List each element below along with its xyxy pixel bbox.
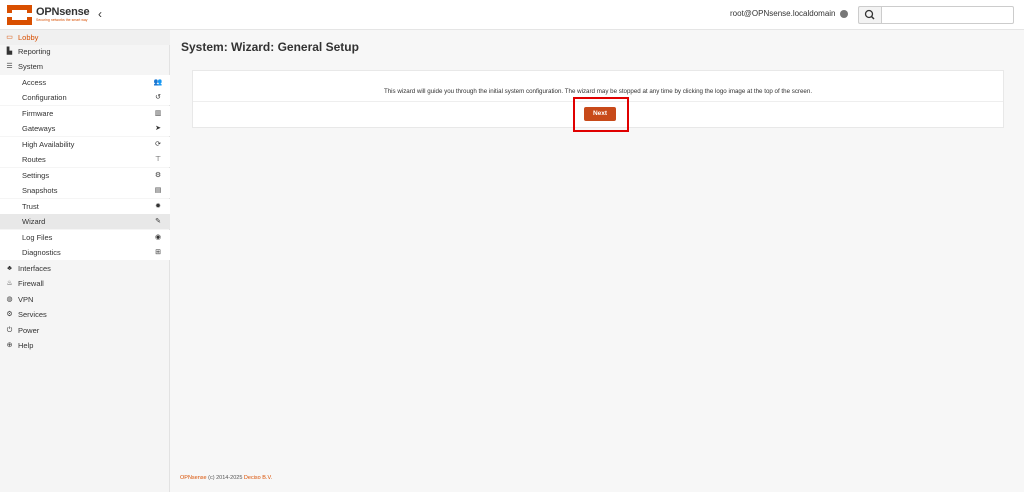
sidebar: ▭ Lobby ▙ Reporting ☰ System Access 👥 Co…	[0, 30, 170, 492]
building-icon: ▥	[154, 110, 162, 117]
logo-subtext: Securing networks the smart way	[36, 18, 88, 22]
sidebar-item-label: Settings	[22, 171, 50, 180]
server-icon: ☰	[6, 63, 13, 70]
sidebar-item-configuration[interactable]: Configuration ↺	[0, 90, 170, 105]
nav-firewall-label: Firewall	[18, 279, 44, 288]
sidebar-item-label: Diagnostics	[22, 248, 61, 257]
sidebar-item-label: Configuration	[22, 93, 67, 102]
opnsense-logo[interactable]: OPNsense Securing networks the smart way	[6, 4, 96, 26]
medkit-icon: ⊞	[155, 249, 161, 256]
main-content: System: Wizard: General Setup This wizar…	[170, 30, 1024, 492]
sidebar-item-label: Trust	[22, 202, 39, 211]
sidebar-item-label: Wizard	[22, 217, 46, 226]
nav-vpn[interactable]: ◍ VPN	[0, 292, 170, 307]
sidebar-item-gateways[interactable]: Gateways ➤	[0, 121, 170, 136]
wizard-panel: This wizard will guide you through the i…	[192, 70, 1004, 132]
nav-services-label: Services	[18, 310, 47, 319]
nav-interfaces-label: Interfaces	[18, 264, 51, 273]
sitemap-icon: ♣	[7, 265, 12, 272]
sidebar-item-diagnostics[interactable]: Diagnostics ⊞	[0, 245, 170, 260]
nav-vpn-label: VPN	[18, 295, 34, 304]
sidebar-item-firmware[interactable]: Firmware ▥	[0, 106, 170, 121]
footer-brand-link[interactable]: OPNsense	[180, 475, 207, 481]
sidebar-item-label: Routes	[22, 155, 46, 164]
nav-power-label: Power	[18, 326, 40, 335]
top-bar: OPNsense Securing networks the smart way…	[0, 0, 1024, 30]
sidebar-item-label: Access	[22, 78, 47, 87]
search-icon	[864, 9, 875, 20]
sidebar-item-label: Gateways	[22, 124, 56, 133]
nav-system[interactable]: ☰ System	[0, 59, 170, 74]
footer-copyright: (c) 2014-2025	[206, 475, 244, 481]
fire-icon: ♨	[6, 280, 13, 287]
laptop-icon: ▭	[6, 34, 13, 41]
page-title: System: Wizard: General Setup	[181, 40, 359, 54]
nav-services[interactable]: ⚙ Services	[0, 307, 170, 322]
wizard-intro-text: This wizard will guide you through the i…	[383, 88, 813, 95]
sidebar-item-high-availability[interactable]: High Availability ⟳	[0, 137, 170, 152]
history-icon: ↺	[155, 94, 161, 101]
footer-company-link[interactable]: Deciso B.V.	[244, 475, 272, 481]
magic-icon: ✎	[155, 218, 161, 225]
sidebar-item-access[interactable]: Access 👥	[0, 75, 170, 90]
nav-interfaces[interactable]: ♣ Interfaces	[0, 261, 170, 276]
search-button[interactable]	[858, 6, 882, 24]
eye-icon: ◉	[154, 234, 162, 241]
users-icon: 👥	[153, 79, 163, 86]
search-input[interactable]	[881, 6, 1014, 24]
location-arrow-icon: ➤	[155, 125, 161, 132]
logo-text: OPNsense	[36, 6, 90, 18]
opnsense-logo-mark-icon	[7, 5, 32, 25]
nav-help-label: Help	[18, 341, 34, 350]
nav-system-label: System	[18, 62, 44, 71]
sidebar-item-trust[interactable]: Trust ✹	[0, 199, 170, 214]
nav-help[interactable]: ⊕ Help	[0, 338, 170, 353]
nav-firewall[interactable]: ♨ Firewall	[0, 276, 170, 291]
user-menu[interactable]: root@OPNsense.localdomain	[730, 9, 836, 18]
sidebar-item-label: Snapshots	[22, 186, 58, 195]
certificate-icon: ✹	[155, 203, 161, 210]
sidebar-item-routes[interactable]: Routes ⊤	[0, 152, 170, 167]
chart-icon: ▙	[6, 48, 13, 55]
sidebar-item-label: High Availability	[22, 140, 75, 149]
server-icon: ▤	[154, 187, 162, 194]
plug-icon: ⏻	[6, 327, 13, 334]
sidebar-item-label: Firmware	[22, 109, 54, 118]
cog-icon: ⚙	[6, 311, 13, 318]
status-icon[interactable]	[840, 10, 848, 18]
globe-icon: ◍	[6, 296, 13, 303]
footer: OPNsense (c) 2014-2025 Deciso B.V.	[180, 475, 272, 481]
collapse-sidebar-button[interactable]: ‹	[98, 7, 110, 23]
sidebar-item-settings[interactable]: Settings ⚙	[0, 168, 170, 183]
next-button[interactable]: Next	[584, 107, 616, 121]
map-signs-icon: ⊤	[154, 156, 162, 163]
sidebar-item-label: Log Files	[22, 233, 53, 242]
sidebar-item-log-files[interactable]: Log Files ◉	[0, 230, 170, 245]
nav-reporting[interactable]: ▙ Reporting	[0, 44, 170, 59]
sidebar-item-snapshots[interactable]: Snapshots ▤	[0, 183, 170, 198]
nav-lobby-label: Lobby	[18, 33, 39, 42]
nav-power[interactable]: ⏻ Power	[0, 323, 170, 338]
sidebar-item-wizard[interactable]: Wizard ✎	[0, 214, 170, 229]
cogs-icon: ⚙	[154, 172, 162, 179]
nav-reporting-label: Reporting	[18, 47, 51, 56]
nav-lobby[interactable]: ▭ Lobby	[0, 30, 170, 45]
refresh-icon: ⟳	[155, 141, 161, 148]
life-ring-icon: ⊕	[6, 342, 13, 349]
